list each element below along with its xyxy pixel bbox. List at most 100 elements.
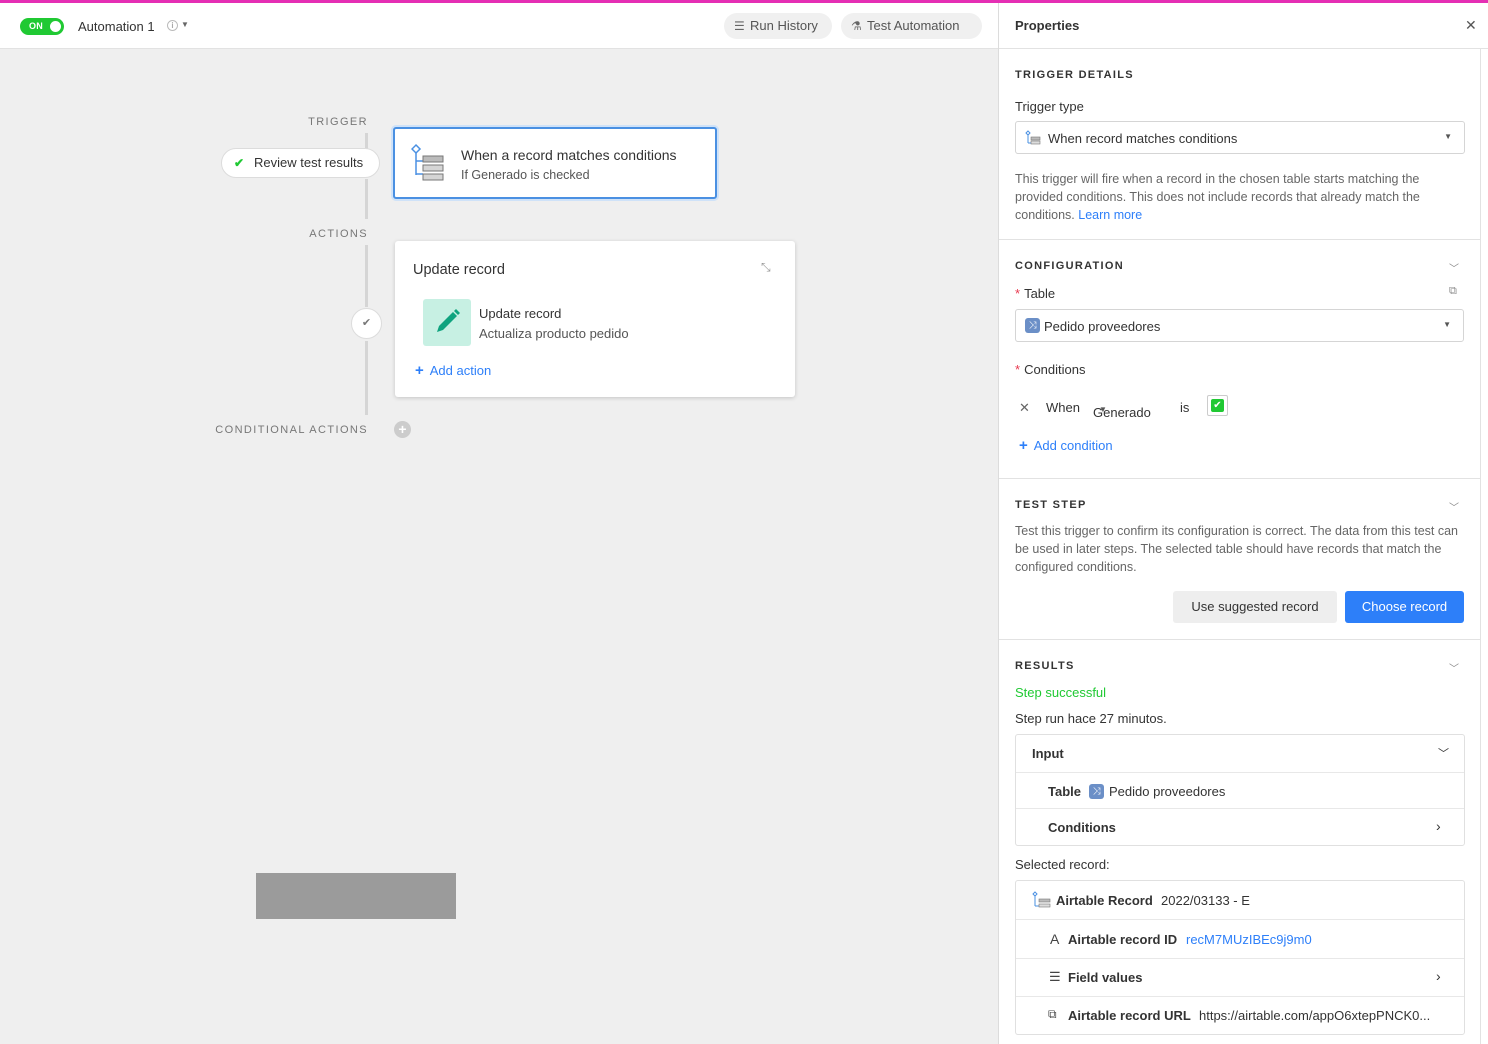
action-card[interactable]: Update record ⤡ Update record Actualiza … [395,241,795,397]
collapse-icon[interactable]: ⤡ [761,260,771,275]
add-conditional-action-icon[interactable]: + [394,421,411,438]
check-icon: ✔ [1211,399,1224,412]
input-table-key: Table [1048,784,1081,799]
condition-field-value: Generado [1093,405,1151,420]
check-icon: ✔ [234,156,245,170]
test-step-heading: TEST STEP [1015,499,1087,511]
run-history-button[interactable]: ☰ Run History [724,13,832,39]
test-automation-button[interactable]: ⚗ Test Automation [841,13,982,39]
record-trigger-icon [1032,891,1051,908]
input-table-value: Pedido proveedores [1109,784,1226,799]
configuration-heading: CONFIGURATION [1015,260,1124,272]
review-test-results-button[interactable]: ✔ Review test results [221,148,380,178]
panel-title: Properties [1015,18,1080,33]
condition-row: ✕ When Generado ▼ is ✔ [1015,395,1465,420]
info-icon[interactable]: i [167,20,178,31]
chevron-down-icon: ﹀ [1438,748,1449,760]
chevron-down-icon[interactable]: ﹀ [1449,499,1459,514]
automation-canvas: TRIGGER ✔ Review test results When a rec… [3,49,998,1044]
trigger-card[interactable]: When a record matches conditions If Gene… [393,127,717,199]
required-marker: * [1015,362,1021,377]
table-icon: ⤨ [1089,784,1104,799]
trigger-type-label: Trigger type [1015,99,1084,114]
choose-record-button[interactable]: Choose record [1345,591,1464,623]
record-id-value[interactable]: recM7MUzIBEc9j9m0 [1186,932,1312,947]
automation-on-toggle[interactable]: ON [20,18,64,35]
conditions-label: Conditions [1024,362,1086,377]
input-conditions-row[interactable]: Conditions › [1016,808,1464,845]
table-select[interactable]: ⤨ Pedido proveedores ▼ [1015,309,1464,342]
panel-header: Properties ✕ [999,3,1488,49]
record-url-value[interactable]: https://airtable.com/appO6xtepPNCK0... [1199,1008,1455,1023]
flask-icon: ⚗ [851,19,862,33]
input-conditions-label: Conditions [1048,820,1116,835]
add-action-label: Add action [429,363,492,378]
record-header-row: Airtable Record 2022/03133 - E [1016,881,1464,919]
action-card-title: Update record [413,262,505,278]
chevron-down-icon[interactable]: ﹀ [1449,260,1459,275]
expand-table-icon[interactable]: ⧉ [1449,285,1457,298]
selected-record-box: Airtable Record 2022/03133 - E A Airtabl… [1015,880,1465,1035]
test-automation-label: Test Automation [867,18,960,33]
plus-icon: + [415,362,424,379]
trigger-description: This trigger will fire when a record in … [1015,170,1467,224]
step-status: Step successful [1015,685,1107,700]
input-header-row[interactable]: Input ﹀ [1016,735,1464,772]
list-icon: ☰ [1049,969,1061,984]
redacted-area [256,873,456,919]
caret-down-icon: ▼ [1443,320,1451,329]
record-url-row: ⧉ Airtable record URL https://airtable.c… [1016,996,1464,1034]
pencil-icon [423,299,471,346]
action-step-title: Update record [479,306,562,321]
remove-condition-icon[interactable]: ✕ [1019,400,1030,416]
toggle-knob [50,21,61,32]
record-url-label: Airtable record URL [1068,1008,1191,1023]
trigger-type-value: When record matches conditions [1048,131,1238,146]
field-values-label: Field values [1068,970,1143,985]
chevron-down-icon[interactable]: ﹀ [1449,660,1459,675]
field-values-row[interactable]: ☰ Field values › [1016,958,1464,996]
conditions-field-label: * Conditions [1015,362,1086,377]
automation-header: ON Automation 1 i ▼ ☰ Run History ⚗ Test… [0,3,998,49]
caret-down-icon[interactable]: ▼ [181,20,189,29]
record-name-value: 2022/03133 - E [1161,893,1250,908]
condition-value-checkbox[interactable]: ✔ [1207,395,1228,416]
table-icon: ⤨ [1025,318,1040,333]
close-icon[interactable]: ✕ [1465,17,1477,34]
divider [999,639,1481,640]
connector-line [365,245,368,307]
add-condition-button[interactable]: + Add condition [1019,437,1113,454]
trigger-title: When a record matches conditions [461,147,677,163]
trigger-type-select[interactable]: When record matches conditions ▼ [1015,121,1465,154]
trigger-description-text: This trigger will fire when a record in … [1015,172,1420,222]
automation-name[interactable]: Automation 1 [78,19,155,34]
caret-down-icon: ▼ [1444,132,1452,141]
connector-line [365,179,368,219]
run-history-label: Run History [750,18,818,33]
divider [999,478,1481,479]
trigger-details-heading: TRIGGER DETAILS [1015,69,1134,81]
record-id-label: Airtable record ID [1068,932,1178,947]
condition-field-select[interactable]: Generado ▼ [1093,400,1151,420]
table-label: Table [1024,286,1056,301]
input-box: Input ﹀ Table ⤨ Pedido proveedores Condi… [1015,734,1465,846]
input-label: Input [1032,746,1064,761]
list-icon: ☰ [734,19,745,33]
step-check-icon: ✔ [351,308,382,339]
trigger-section-label: TRIGGER [308,116,368,128]
use-suggested-record-button[interactable]: Use suggested record [1173,591,1337,623]
action-step-subtitle: Actualiza producto pedido [479,326,629,341]
record-id-row: A Airtable record ID recM7MUzIBEc9j9m0 [1016,919,1464,958]
learn-more-link[interactable]: Learn more [1078,208,1142,222]
results-heading: RESULTS [1015,660,1075,672]
table-field-label: * Table [1015,286,1055,301]
add-action-button[interactable]: + Add action [415,362,491,379]
properties-panel: Properties ✕ TRIGGER DETAILS Trigger typ… [998,3,1488,1044]
condition-operator: is [1180,400,1190,415]
review-label: Review test results [254,155,364,170]
required-marker: * [1015,286,1021,301]
record-type-label: Airtable Record [1056,893,1153,908]
link-icon: ⧉ [1048,1007,1057,1021]
step-run-time: Step run hace 27 minutos. [1015,711,1167,726]
divider [999,239,1481,240]
